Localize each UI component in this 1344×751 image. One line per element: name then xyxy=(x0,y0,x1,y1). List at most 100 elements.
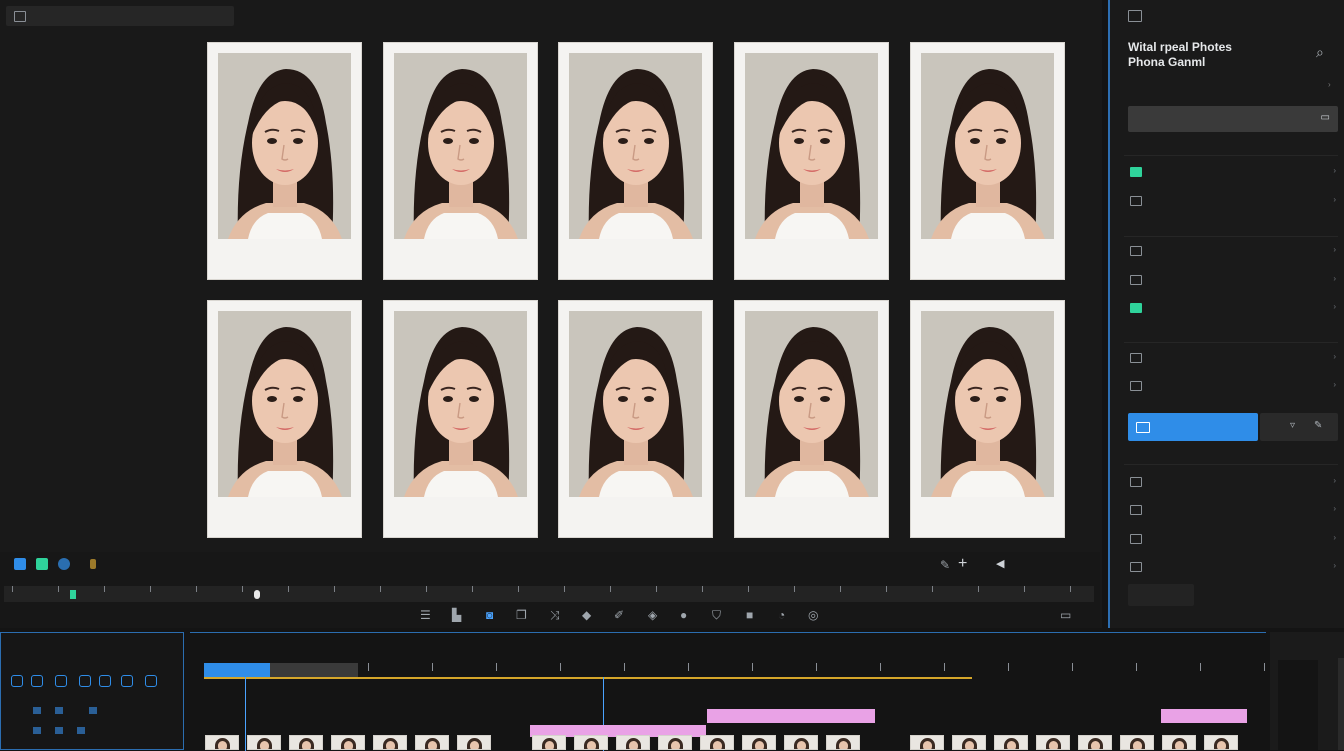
chevron-right-icon[interactable]: › xyxy=(1333,380,1336,389)
bottom-button[interactable] xyxy=(1128,584,1194,606)
clip-thumbnail[interactable] xyxy=(373,735,407,750)
small-icon[interactable] xyxy=(33,707,41,714)
top-path-bar[interactable] xyxy=(6,6,234,26)
tool-icon[interactable] xyxy=(99,675,111,687)
chevron-right-icon[interactable]: › xyxy=(1333,352,1336,361)
brush-icon[interactable]: ✐ xyxy=(614,608,624,622)
clip-thumbnail[interactable] xyxy=(1036,735,1070,750)
cloud-icon[interactable]: ● xyxy=(680,608,687,622)
passport-photo[interactable] xyxy=(207,42,362,280)
blue-mode-button[interactable] xyxy=(14,558,26,570)
chevron-right-icon[interactable]: › xyxy=(1328,80,1331,89)
panel-item[interactable] xyxy=(1130,245,1150,256)
panel-item[interactable] xyxy=(1130,195,1150,206)
passport-photo[interactable] xyxy=(383,300,538,538)
chart-icon[interactable]: ▙ xyxy=(452,608,461,622)
edit-icon[interactable]: ✎ xyxy=(1314,420,1322,431)
clip-thumbnail[interactable] xyxy=(457,735,491,750)
passport-photo[interactable] xyxy=(734,42,889,280)
in-marker[interactable] xyxy=(70,590,76,599)
copy-icon[interactable]: ❐ xyxy=(516,608,527,622)
clip-thumbnail[interactable] xyxy=(742,735,776,750)
tool-icon[interactable] xyxy=(55,675,67,687)
clip-thumbnail[interactable] xyxy=(415,735,449,750)
shield-icon[interactable]: ⛉ xyxy=(712,608,721,623)
screen-icon[interactable]: ▭ xyxy=(1060,608,1071,622)
small-icon[interactable] xyxy=(89,707,97,714)
chevron-right-icon[interactable]: › xyxy=(1333,533,1336,542)
chevron-right-icon[interactable]: › xyxy=(1333,561,1336,570)
clip-thumbnail[interactable] xyxy=(784,735,818,750)
scrollbar[interactable] xyxy=(1338,658,1344,750)
marker-icon[interactable] xyxy=(90,559,96,569)
clip-thumbnail[interactable] xyxy=(616,735,650,750)
small-icon[interactable] xyxy=(33,727,41,734)
square-icon[interactable]: ■ xyxy=(746,608,753,622)
tool-icon[interactable] xyxy=(79,675,91,687)
timeline-clip-pink-3[interactable] xyxy=(1161,709,1247,723)
chevron-right-icon[interactable]: › xyxy=(1333,476,1336,485)
panel-item[interactable] xyxy=(1130,533,1150,544)
passport-photo[interactable] xyxy=(910,42,1065,280)
passport-photo[interactable] xyxy=(910,300,1065,538)
clip-thumbnail[interactable] xyxy=(205,735,239,750)
preset-dropdown[interactable]: ▭ xyxy=(1128,106,1338,132)
playhead-handle[interactable] xyxy=(254,590,260,599)
panel-item[interactable] xyxy=(1130,166,1150,177)
panel-item[interactable] xyxy=(1130,380,1150,391)
clip-thumbnail[interactable] xyxy=(574,735,608,750)
search-icon[interactable]: ⌕ xyxy=(1316,44,1324,61)
tool-icon[interactable] xyxy=(121,675,133,687)
trash-icon[interactable]: ▭ xyxy=(1321,112,1330,123)
clip-thumbnail[interactable] xyxy=(910,735,944,750)
clip-thumbnail[interactable] xyxy=(826,735,860,750)
passport-photo[interactable] xyxy=(734,300,889,538)
panel-item[interactable] xyxy=(1130,302,1150,313)
chat-icon[interactable] xyxy=(58,558,70,570)
shape-icon[interactable]: ◆ xyxy=(582,608,591,622)
clip-thumbnail[interactable] xyxy=(331,735,365,750)
clip-thumbnail[interactable] xyxy=(1120,735,1154,750)
chevron-right-icon[interactable]: › xyxy=(1333,302,1336,311)
active-tool-button[interactable] xyxy=(1128,413,1258,441)
tool-icon[interactable] xyxy=(31,675,43,687)
tool-options-group[interactable]: ▿ ✎ xyxy=(1260,413,1338,441)
scrub-ruler[interactable] xyxy=(4,586,1094,602)
clip-thumbnail[interactable] xyxy=(532,735,566,750)
clip-thumbnail[interactable] xyxy=(289,735,323,750)
passport-photo[interactable] xyxy=(207,300,362,538)
chevron-right-icon[interactable]: › xyxy=(1333,274,1336,283)
clock-icon[interactable]: ◎ xyxy=(808,608,818,622)
list-icon[interactable]: ☰ xyxy=(420,608,431,622)
panel-item[interactable] xyxy=(1130,476,1150,487)
chevron-right-icon[interactable]: › xyxy=(1333,245,1336,254)
panel-item[interactable] xyxy=(1130,274,1150,285)
chevron-right-icon[interactable]: › xyxy=(1333,166,1336,175)
small-icon[interactable] xyxy=(55,707,63,714)
clip-thumbnail[interactable] xyxy=(994,735,1028,750)
speaker-icon[interactable]: ◀ xyxy=(996,557,1004,570)
panel-item[interactable] xyxy=(1130,561,1150,572)
green-mode-button[interactable] xyxy=(36,558,48,570)
clip-thumbnail[interactable] xyxy=(952,735,986,750)
panel-tab-icon[interactable] xyxy=(1128,10,1142,22)
passport-photo[interactable] xyxy=(558,42,713,280)
clip-thumbnail[interactable] xyxy=(700,735,734,750)
panel-item[interactable] xyxy=(1130,352,1150,363)
passport-photo[interactable] xyxy=(383,42,538,280)
tool-icon[interactable] xyxy=(145,675,157,687)
bird-icon[interactable]: ◈ xyxy=(648,608,657,622)
clip-thumbnail[interactable] xyxy=(1162,735,1196,750)
timeline-in-range[interactable] xyxy=(204,663,270,677)
clip-thumbnail[interactable] xyxy=(1078,735,1112,750)
add-icon[interactable]: + xyxy=(958,555,967,573)
panel-item[interactable] xyxy=(1130,504,1150,515)
clip-thumbnail[interactable] xyxy=(247,735,281,750)
small-icon[interactable] xyxy=(77,727,85,734)
pen-icon[interactable]: ✎ xyxy=(940,558,950,572)
transform-icon[interactable]: ⤨ xyxy=(550,608,560,623)
small-icon[interactable] xyxy=(55,727,63,734)
clip-thumbnail[interactable] xyxy=(1204,735,1238,750)
timeline-clip-pink-1[interactable] xyxy=(707,709,875,723)
chevron-right-icon[interactable]: › xyxy=(1333,195,1336,204)
